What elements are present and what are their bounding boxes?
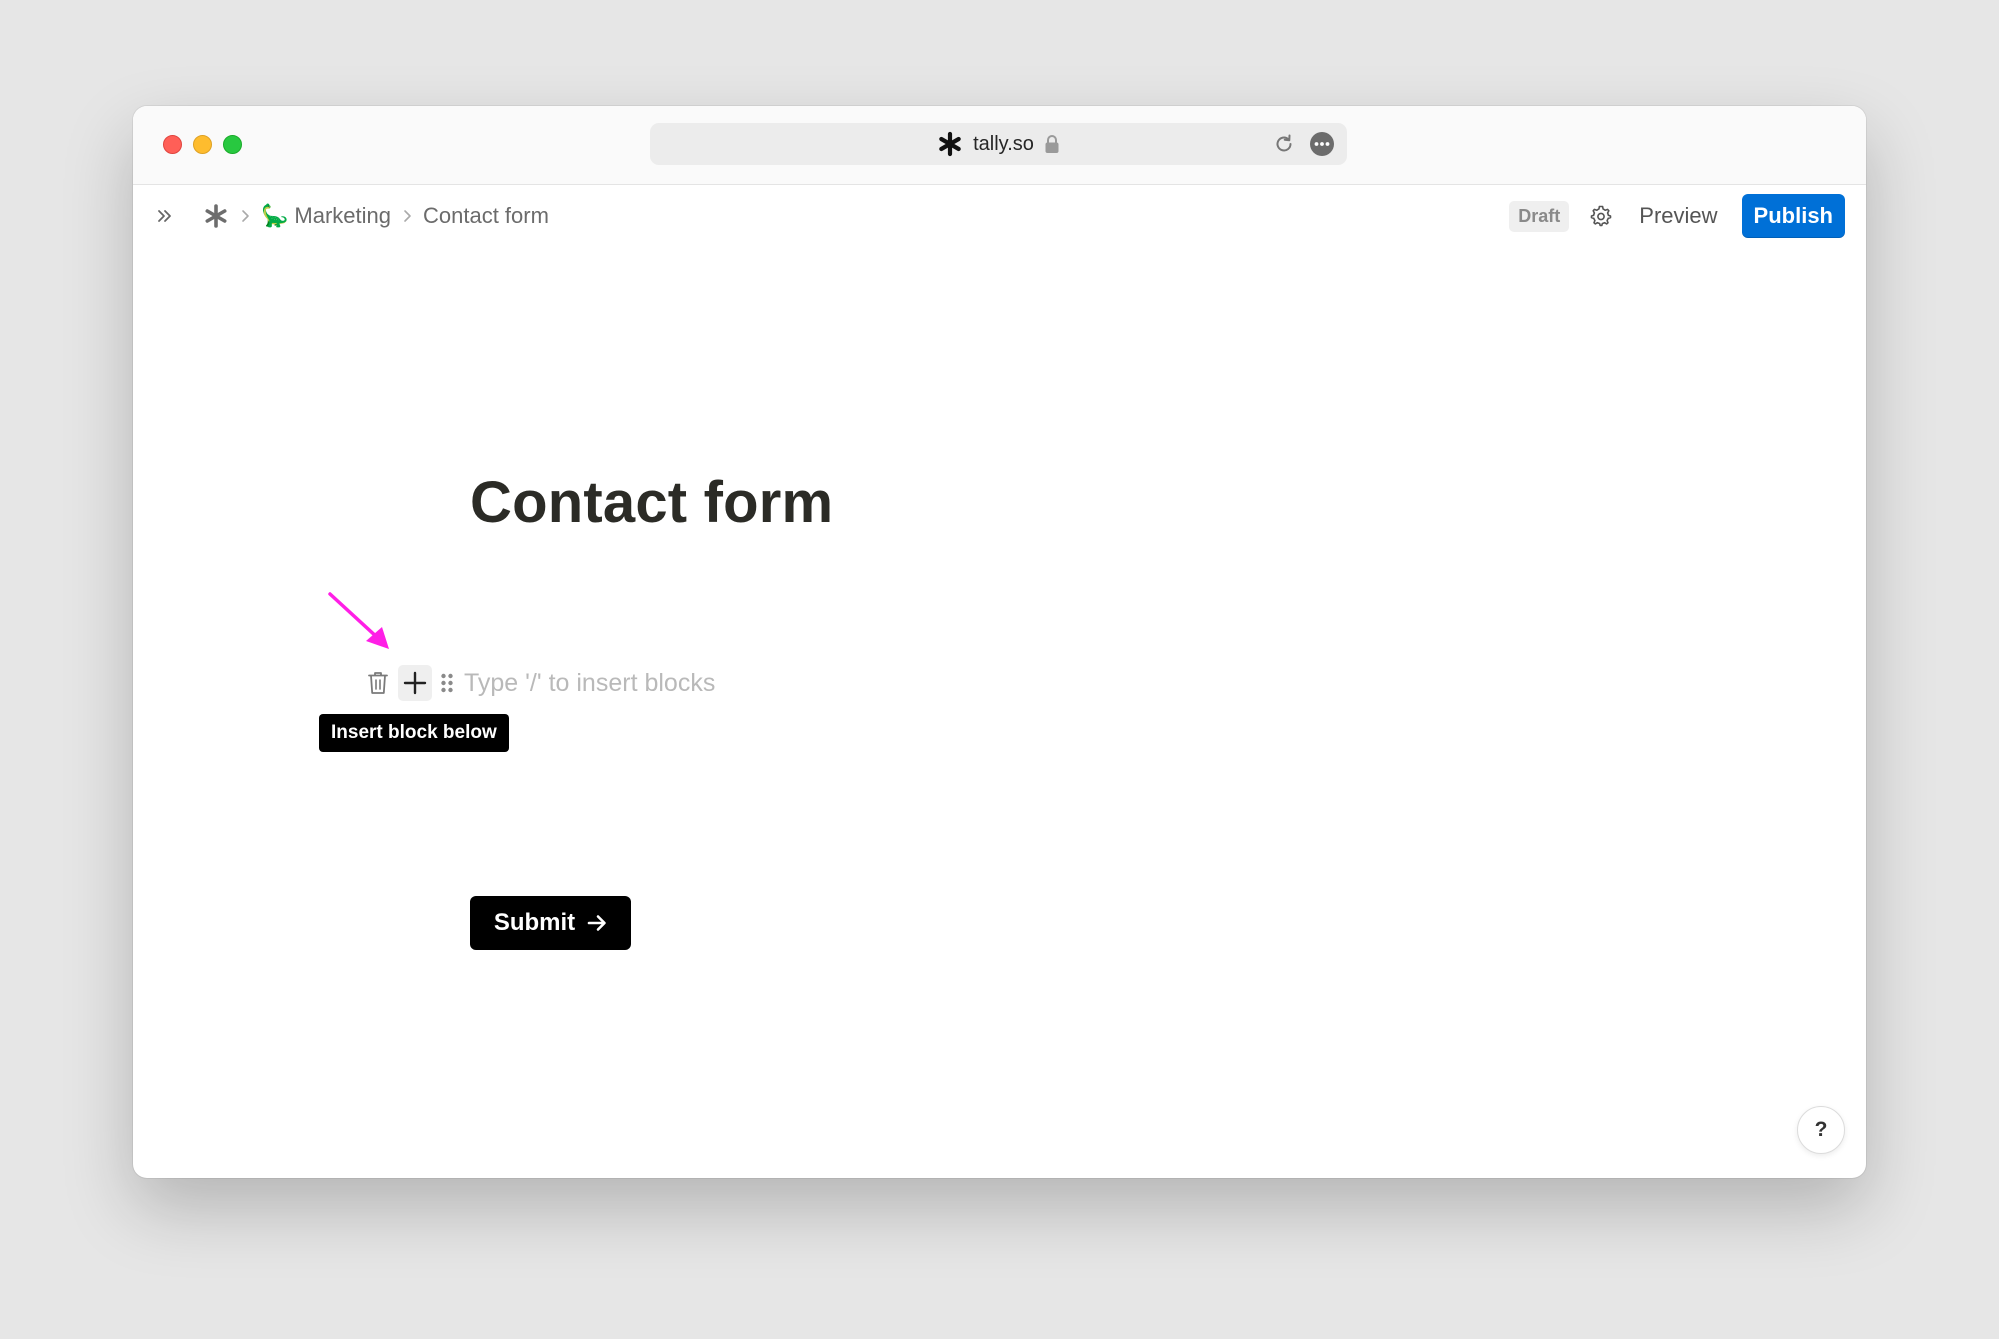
toolbar-actions: Draft Preview Publish: [1509, 185, 1845, 247]
breadcrumb-current-page[interactable]: Contact form: [423, 203, 549, 229]
app-toolbar: 🦕 Marketing Contact form Draft Preview P…: [133, 185, 1866, 247]
drag-handle-icon[interactable]: [440, 672, 454, 694]
close-window-button[interactable]: [163, 135, 182, 154]
plus-icon: [403, 671, 427, 695]
browser-titlebar: tally.so: [133, 106, 1866, 185]
empty-block: Type '/' to insert blocks: [366, 664, 715, 702]
breadcrumb-workspace-link[interactable]: Marketing: [294, 203, 391, 229]
block-input-placeholder[interactable]: Type '/' to insert blocks: [464, 669, 715, 698]
submit-button[interactable]: Submit: [470, 896, 631, 950]
help-button[interactable]: ?: [1797, 1106, 1845, 1154]
more-icon[interactable]: [1309, 131, 1335, 157]
tally-logo-icon: [937, 131, 963, 157]
status-badge: Draft: [1509, 200, 1570, 232]
submit-label: Submit: [493, 909, 576, 936]
chevron-right-icon: [401, 209, 413, 223]
minimize-window-button[interactable]: [193, 135, 212, 154]
url-text: tally.so: [973, 132, 1034, 155]
workspace-emoji: 🦕: [261, 203, 289, 228]
address-bar[interactable]: tally.so: [650, 123, 1347, 165]
browser-window: tally.so 🦕 Marketing Contact form Draft …: [133, 106, 1866, 1178]
preview-button[interactable]: Preview: [1639, 203, 1717, 229]
publish-button[interactable]: Publish: [1741, 194, 1845, 238]
breadcrumb: 🦕 Marketing Contact form: [155, 185, 549, 247]
maximize-window-button[interactable]: [223, 135, 242, 154]
expand-sidebar-icon[interactable]: [155, 206, 175, 226]
reload-icon[interactable]: [1273, 133, 1295, 155]
form-title[interactable]: Contact form: [470, 469, 833, 536]
chevron-right-icon: [239, 209, 251, 223]
lock-icon: [1044, 134, 1060, 154]
tally-home-icon[interactable]: [203, 203, 229, 229]
insert-block-button[interactable]: [398, 665, 432, 701]
annotation-arrow-icon: [327, 591, 397, 666]
gear-icon[interactable]: [1589, 204, 1613, 228]
arrow-right-icon: [587, 913, 607, 933]
trash-icon[interactable]: [366, 669, 390, 697]
insert-block-tooltip: Insert block below: [319, 714, 509, 752]
